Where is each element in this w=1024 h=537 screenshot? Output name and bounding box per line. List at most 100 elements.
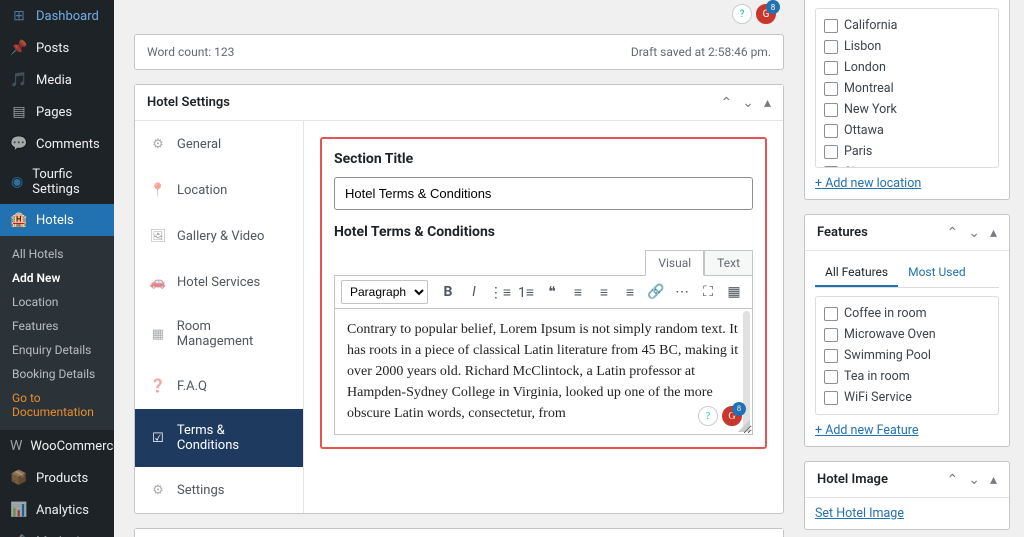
more-icon[interactable]: ⋯ xyxy=(670,280,694,304)
chevron-up-icon[interactable]: ⌃ xyxy=(721,96,733,110)
sidebar-item-products[interactable]: 📦Products xyxy=(0,462,114,494)
sidebar-item-analytics[interactable]: 📊Analytics xyxy=(0,494,114,526)
submenu-location[interactable]: Location xyxy=(0,290,114,314)
notify-bubble-2[interactable]: G8 xyxy=(722,406,742,426)
sidebar-item-pages[interactable]: ▤Pages xyxy=(0,96,114,128)
submenu-booking[interactable]: Booking Details xyxy=(0,362,114,386)
gallery-icon: 🖼 xyxy=(149,227,167,245)
help-bubble-2[interactable]: ? xyxy=(698,406,718,426)
editor-tab-text[interactable]: Text xyxy=(704,250,753,276)
set-hotel-image-link[interactable]: Set Hotel Image xyxy=(815,506,904,521)
badge-2: 8 xyxy=(732,402,746,416)
bold-icon[interactable]: B xyxy=(436,280,460,304)
tab-terms[interactable]: ☑Terms & Conditions xyxy=(135,409,303,467)
chevron-up-icon[interactable]: ⌃ xyxy=(947,226,959,240)
locations-box: California Lisbon London Montreal New Yo… xyxy=(804,0,1010,200)
tab-settings[interactable]: ⚙Settings xyxy=(135,467,303,513)
tab-location[interactable]: 📍Location xyxy=(135,167,303,213)
location-row[interactable]: Ottawa xyxy=(824,120,990,141)
ul-icon[interactable]: ⋮≡ xyxy=(488,280,512,304)
checkbox[interactable] xyxy=(824,307,838,321)
resize-grip-icon[interactable] xyxy=(738,420,750,432)
pin-outline-icon: 📍 xyxy=(149,181,167,199)
location-row[interactable]: London xyxy=(824,57,990,78)
location-row[interactable]: Singapore xyxy=(824,162,990,168)
tab-faq[interactable]: ❓F.A.Q xyxy=(135,363,303,409)
feature-row[interactable]: Coffee in room xyxy=(824,303,990,324)
checkbox[interactable] xyxy=(824,19,838,33)
sidebar-item-posts[interactable]: 📌Posts xyxy=(0,32,114,64)
checkbox[interactable] xyxy=(824,124,838,138)
checkbox[interactable] xyxy=(824,370,838,384)
sidebar-item-tourfic[interactable]: ◉Tourfic Settings xyxy=(0,160,114,204)
link-icon[interactable]: 🔗 xyxy=(644,280,668,304)
submenu-all-hotels[interactable]: All Hotels xyxy=(0,242,114,266)
feature-row[interactable]: Tea in room xyxy=(824,366,990,387)
sidebar-item-woo[interactable]: WWooCommerce xyxy=(0,430,114,462)
ol-icon[interactable]: 1≡ xyxy=(514,280,538,304)
format-select[interactable]: Paragraph xyxy=(341,280,428,304)
quote-icon[interactable]: ❝ xyxy=(540,280,564,304)
italic-icon[interactable]: I xyxy=(462,280,486,304)
checkbox[interactable] xyxy=(824,391,838,405)
fullscreen-icon[interactable]: ⛶ xyxy=(696,280,720,304)
chevron-down-icon[interactable]: ⌄ xyxy=(742,96,754,110)
location-row[interactable]: Lisbon xyxy=(824,36,990,57)
kitchen-sink-icon[interactable]: ▦ xyxy=(722,280,746,304)
feature-row[interactable]: Microwave Oven xyxy=(824,324,990,345)
toggle-panel-icon[interactable]: ▴ xyxy=(764,96,771,110)
tab-gallery[interactable]: 🖼Gallery & Video xyxy=(135,213,303,259)
checkbox[interactable] xyxy=(824,103,838,117)
features-tab-all[interactable]: All Features xyxy=(815,259,898,287)
add-feature-link[interactable]: + Add new Feature xyxy=(815,423,919,438)
align-left-icon[interactable]: ≡ xyxy=(566,280,590,304)
feature-row[interactable]: WiFi Service xyxy=(824,387,990,408)
align-center-icon[interactable]: ≡ xyxy=(592,280,616,304)
feature-row[interactable]: Swimming Pool xyxy=(824,345,990,366)
submenu-add-new[interactable]: Add New xyxy=(0,266,114,290)
comment-icon: 💬 xyxy=(10,135,28,153)
editor-content: Contrary to popular belief, Lorem Ipsum … xyxy=(347,322,738,421)
notification-bubble[interactable]: G8 xyxy=(756,4,776,24)
tab-services[interactable]: 🚗Hotel Services xyxy=(135,259,303,305)
sidebar-item-comments[interactable]: 💬Comments xyxy=(0,128,114,160)
sidebar-item-media[interactable]: 🎵Media xyxy=(0,64,114,96)
tab-general[interactable]: ⚙General xyxy=(135,121,303,167)
add-location-link[interactable]: + Add new location xyxy=(815,176,921,191)
checkbox[interactable] xyxy=(824,40,838,54)
editor-body[interactable]: Contrary to popular belief, Lorem Ipsum … xyxy=(334,309,753,435)
submenu-enquiry[interactable]: Enquiry Details xyxy=(0,338,114,362)
chevron-down-icon[interactable]: ⌄ xyxy=(968,226,980,240)
section-title-input[interactable] xyxy=(334,177,753,210)
checkbox[interactable] xyxy=(824,166,838,169)
checkbox[interactable] xyxy=(824,145,838,159)
building-icon: 🏨 xyxy=(10,211,28,229)
chevron-up-icon[interactable]: ⌃ xyxy=(947,473,959,487)
chevron-down-icon[interactable]: ⌄ xyxy=(968,473,980,487)
tab-room[interactable]: ▦Room Management xyxy=(135,305,303,363)
features-box: Features ⌃ ⌄ ▴ All Features Most Used Co… xyxy=(804,214,1010,447)
features-tab-most[interactable]: Most Used xyxy=(898,259,976,287)
help-bubble[interactable]: ? xyxy=(732,4,752,24)
align-right-icon[interactable]: ≡ xyxy=(618,280,642,304)
location-row[interactable]: Paris xyxy=(824,141,990,162)
checkbox[interactable] xyxy=(824,349,838,363)
admin-sidebar: ⊞Dashboard 📌Posts 🎵Media ▤Pages 💬Comment… xyxy=(0,0,114,537)
submenu-features[interactable]: Features xyxy=(0,314,114,338)
location-row[interactable]: Montreal xyxy=(824,78,990,99)
toggle-panel-icon[interactable]: ▴ xyxy=(990,473,997,487)
checkbox[interactable] xyxy=(824,328,838,342)
submenu-docs[interactable]: Go to Documentation xyxy=(0,386,114,424)
sidebar-item-marketing[interactable]: 📣Marketing xyxy=(0,526,114,537)
pages-icon: ▤ xyxy=(10,103,28,121)
editor-tab-visual[interactable]: Visual xyxy=(645,250,704,276)
features-title: Features xyxy=(817,225,868,240)
sidebar-item-dashboard[interactable]: ⊞Dashboard xyxy=(0,0,114,32)
location-row[interactable]: New York xyxy=(824,99,990,120)
location-row[interactable]: California xyxy=(824,15,990,36)
hotel-image-box: Hotel Image ⌃ ⌄ ▴ Set Hotel Image xyxy=(804,461,1010,530)
checkbox[interactable] xyxy=(824,82,838,96)
checkbox[interactable] xyxy=(824,61,838,75)
sidebar-item-hotels[interactable]: 🏨Hotels xyxy=(0,204,114,236)
toggle-panel-icon[interactable]: ▴ xyxy=(990,226,997,240)
